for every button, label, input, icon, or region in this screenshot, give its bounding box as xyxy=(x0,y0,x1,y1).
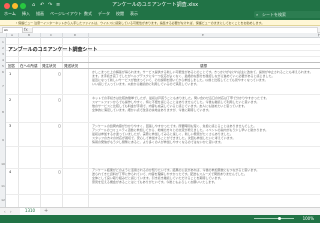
grid-line xyxy=(6,62,320,63)
entry-comment: かしこまった上の解答が得られます。サービス提供する新しい可能性があるとのことです… xyxy=(92,70,318,94)
add-sheet-icon[interactable]: + xyxy=(44,208,48,214)
entry-number: 4 xyxy=(9,170,12,174)
formula-bar: A1 fx xyxy=(0,26,320,34)
grid-line xyxy=(6,122,320,123)
search-placeholder: シートを検索 xyxy=(262,12,286,17)
sheet-title: アンブールのコミアンケート調査シート xyxy=(8,47,98,53)
status-bar: 100% xyxy=(0,215,320,223)
entry-mark: 〇 xyxy=(58,72,62,76)
home-icon[interactable]: ⌂ xyxy=(32,2,35,8)
close-window-button[interactable] xyxy=(4,3,10,9)
tab-home[interactable]: ホーム xyxy=(4,11,16,17)
header-shipping-status: 発送状況 xyxy=(64,64,78,68)
entry-mark: 〇 xyxy=(58,170,62,174)
ribbon: ⌂ ↶ ↷ ≡ アンケールのユミアンケート調査.xlsx ホーム 挿入 描画 ペ… xyxy=(0,0,320,20)
entry-mark: 〇 xyxy=(58,98,62,102)
zoom-slider-knob[interactable] xyxy=(278,217,281,220)
header-impression: 在への所感 xyxy=(20,64,38,68)
entry-comment: ネットでの手続きは比較的簡単でしたが、最初は戸惑うこともありました。問い合わせ窓… xyxy=(92,96,318,122)
zoom-level[interactable]: 100% xyxy=(303,216,314,221)
zoom-slider[interactable] xyxy=(254,217,294,220)
comment-line: いい感じで入っています。以前から継続的に利用しているので満足しています。 xyxy=(92,82,200,86)
entry-number: 2 xyxy=(9,98,12,102)
comment-line: 全体的に満足しています。細かい点で改善の余地はありますが、今後に期待しています。 xyxy=(92,108,212,112)
minimize-window-button[interactable] xyxy=(12,3,18,9)
comment-line: 情報の発信がもう少し頻繁にあると、より多くの人が参加しやすくなるのではないかと思… xyxy=(92,140,224,144)
entry-comment: アンケートの質問内容が分かりやすく、回答しやすかったです。所要時間も短く、負担に… xyxy=(92,124,318,146)
undo-icon[interactable]: ↶ xyxy=(40,2,44,8)
entry-number: 3 xyxy=(9,124,12,128)
tab-draw[interactable]: 描画 xyxy=(36,11,44,17)
sheet-tab-bar: ‹ › 1310 + xyxy=(0,207,320,217)
notice-text: ! 保護ビュー 注意一インターネットから入手したファイルは、ウイルスに感染してい… xyxy=(16,21,265,25)
search-input[interactable]: ⌕ シートを検索 xyxy=(254,11,320,18)
tab-view[interactable]: 表示 xyxy=(130,11,138,17)
grid-line xyxy=(6,44,320,45)
entry-comment: アンケート結果がどのように活用されるのか知りたいです。結果の公表があれば、今後の… xyxy=(92,168,318,198)
entry-mark: 〇 xyxy=(58,124,62,128)
header-comments: 感想 xyxy=(200,64,207,68)
fx-icon[interactable]: fx xyxy=(24,27,28,32)
grid-line xyxy=(6,94,320,95)
tab-page-layout[interactable]: ページレイアウト xyxy=(50,11,82,17)
entry-number: 1 xyxy=(9,72,12,76)
zoom-window-button[interactable] xyxy=(20,3,26,9)
tab-data[interactable]: データ xyxy=(98,11,110,17)
redo-icon[interactable]: ↷ xyxy=(48,2,52,8)
more-icon[interactable]: ≡ xyxy=(56,2,60,8)
header-answer: 回答 xyxy=(8,64,15,68)
tab-review[interactable]: 校閲 xyxy=(116,11,124,17)
tab-insert[interactable]: 挿入 xyxy=(22,11,30,17)
tab-formulas[interactable]: 数式 xyxy=(84,11,92,17)
grid-line xyxy=(6,146,320,147)
header-order-status: 発注状況 xyxy=(42,64,56,68)
prev-sheet-icon[interactable]: ‹ xyxy=(4,209,6,214)
search-icon: ⌕ xyxy=(256,12,259,17)
window-title: アンケールのユミアンケート調査.xlsx xyxy=(112,2,199,8)
next-sheet-icon[interactable]: › xyxy=(10,209,12,214)
grid-line xyxy=(6,56,320,57)
comment-line: 意見を伝える機会があることはとてもありがたいです。今後ともよろしくお願いいたしま… xyxy=(92,180,217,184)
